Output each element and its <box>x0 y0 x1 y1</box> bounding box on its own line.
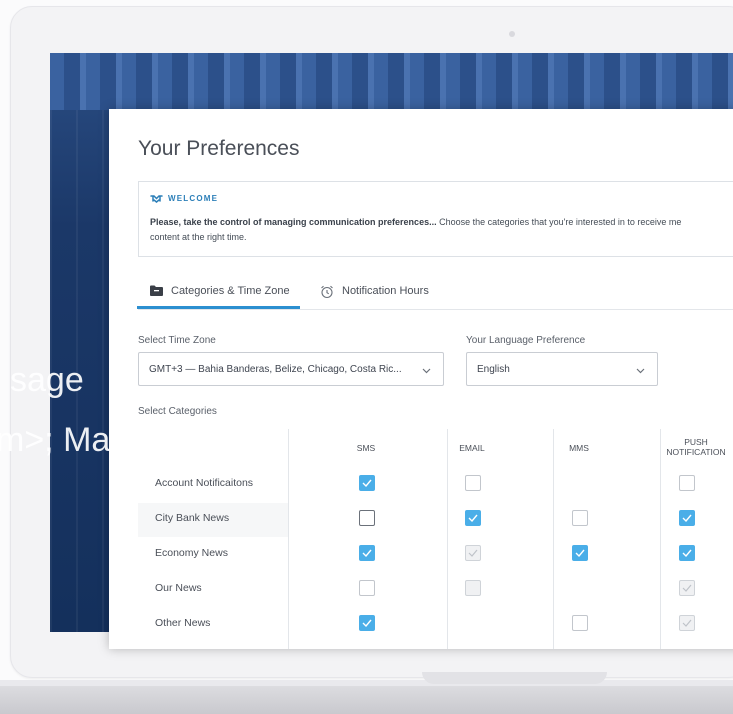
column-divider <box>447 429 448 649</box>
tab-notification-hours[interactable]: Notification Hours <box>320 285 429 309</box>
column-divider <box>553 429 554 649</box>
laptop-notch <box>422 672 607 684</box>
overlay-text-line1: sage <box>10 361 84 399</box>
welcome-line1-text: Choose the categories that you're intere… <box>436 217 682 227</box>
preference-checkbox[interactable] <box>679 510 695 526</box>
column-header-mms: MMS <box>569 443 589 453</box>
welcome-line2-text: content at the right time. <box>150 232 247 242</box>
preference-checkbox[interactable] <box>359 475 375 491</box>
tab-label: Notification Hours <box>342 285 429 297</box>
column-header-push: PUSH NOTIFICATION <box>666 437 726 457</box>
background-building <box>50 53 733 110</box>
alarm-clock-icon <box>320 285 334 302</box>
preference-checkbox[interactable] <box>359 580 375 596</box>
category-row-label: Account Notificaitons <box>155 477 254 489</box>
preferences-card: Your Preferences WELCOME Please, take th… <box>109 109 733 649</box>
folder-icon <box>150 285 163 299</box>
language-select[interactable]: English <box>466 352 658 386</box>
welcome-bold-text: Please, take the control of managing com… <box>150 217 437 227</box>
page-title: Your Preferences <box>138 137 300 160</box>
preference-checkbox <box>465 580 481 596</box>
preference-checkbox[interactable] <box>679 545 695 561</box>
preference-checkbox[interactable] <box>359 615 375 631</box>
overlay-text-line2: m>; Maya <box>0 421 147 459</box>
preference-checkbox <box>679 580 695 596</box>
preference-checkbox[interactable] <box>572 615 588 631</box>
preference-checkbox[interactable] <box>359 510 375 526</box>
column-header-email: EMAIL <box>459 443 485 453</box>
preference-checkbox[interactable] <box>679 475 695 491</box>
tab-bar: Categories & Time Zone Notification Hour… <box>137 285 733 309</box>
welcome-message: Please, take the control of managing com… <box>150 215 733 245</box>
category-row-label: Economy News <box>155 547 228 559</box>
welcome-panel: WELCOME Please, take the control of mana… <box>138 181 733 257</box>
chevron-down-icon <box>422 366 431 377</box>
handshake-icon <box>150 194 163 203</box>
welcome-tag-label: WELCOME <box>168 194 219 203</box>
timezone-value: GMT+3 — Bahia Banderas, Belize, Chicago,… <box>149 363 402 375</box>
camera-dot <box>509 31 515 37</box>
preference-checkbox <box>465 545 481 561</box>
category-row-label: City Bank News <box>155 512 230 524</box>
column-divider <box>288 429 289 649</box>
laptop-base <box>0 686 733 714</box>
preference-checkbox[interactable] <box>359 545 375 561</box>
preference-checkbox <box>679 615 695 631</box>
preference-checkbox[interactable] <box>465 510 481 526</box>
tabs-divider <box>138 309 733 310</box>
categories-label: Select Categories <box>138 406 217 417</box>
language-value: English <box>477 363 510 375</box>
category-row-label: Our News <box>155 582 202 594</box>
column-divider <box>660 429 661 649</box>
timezone-label: Select Time Zone <box>138 335 216 346</box>
column-header-sms: SMS <box>356 443 376 453</box>
timezone-select[interactable]: GMT+3 — Bahia Banderas, Belize, Chicago,… <box>138 352 444 386</box>
tab-label: Categories & Time Zone <box>171 285 290 297</box>
preference-checkbox[interactable] <box>572 510 588 526</box>
preference-checkbox[interactable] <box>572 545 588 561</box>
language-label: Your Language Preference <box>466 335 586 346</box>
welcome-tag: WELCOME <box>150 194 218 203</box>
preference-checkbox[interactable] <box>465 475 481 491</box>
category-row-label: Other News <box>155 617 211 629</box>
chevron-down-icon <box>636 366 645 377</box>
laptop-mockup: Your Preferences WELCOME Please, take th… <box>0 0 733 714</box>
